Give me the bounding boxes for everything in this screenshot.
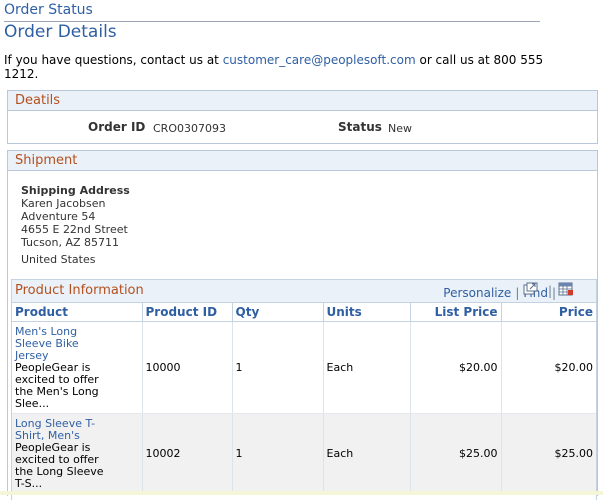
toolbar-separator: | <box>551 286 556 300</box>
order-id-label: Order ID <box>88 120 146 134</box>
col-header-list-price[interactable]: List Price <box>410 303 502 322</box>
product-name-link[interactable]: Men's Long Sleeve Bike Jersey <box>15 324 139 362</box>
personalize-link[interactable]: Personalize <box>443 286 511 300</box>
toolbar-separator: | <box>515 286 520 300</box>
product-grid: Product Information Personalize | Find | | <box>11 279 597 500</box>
col-header-product-id[interactable]: Product ID <box>142 303 233 322</box>
address-line: 4655 E 22nd Street <box>21 223 128 236</box>
product-name-line: Jersey <box>15 348 49 362</box>
contact-text: If you have questions, contact us at cus… <box>4 53 544 81</box>
toolbar-separator: | <box>547 284 552 298</box>
contact-prefix: If you have questions, contact us at <box>4 53 223 67</box>
product-description-line: Slee... <box>15 396 50 410</box>
price-cell: $25.00 <box>501 413 596 494</box>
status-label: Status <box>338 120 382 134</box>
product-grid-title: Product Information <box>15 283 144 298</box>
details-section: Deatils Order ID CRO0307093 Status New <box>7 90 598 144</box>
product-name-line: Shirt, Men's <box>15 428 80 442</box>
table-row: Men's Long Sleeve Bike Jersey PeopleGear… <box>12 321 596 414</box>
page-title: Order Details <box>4 22 117 42</box>
product-table: Product Product ID Qty Units List Price … <box>12 303 596 494</box>
shipment-section: Shipment Shipping Address Karen Jacobsen… <box>7 150 598 500</box>
product-name-line: Long Sleeve T- <box>15 416 96 430</box>
email-link[interactable]: customer_care@peoplesoft.com <box>223 53 416 67</box>
contact-phone-tail: 1212. <box>4 67 39 81</box>
price-cell: $20.00 <box>501 321 596 414</box>
table-header-row: Product Product ID Qty Units List Price … <box>12 303 596 322</box>
next-row-edge <box>0 491 603 495</box>
address-line: Adventure 54 <box>21 210 96 223</box>
product-name-line: Sleeve Bike <box>15 336 79 350</box>
shipping-address: Shipping Address Karen Jacobsen Adventur… <box>21 184 130 266</box>
list-price-cell: $20.00 <box>410 321 502 414</box>
shipment-header-label: Shipment <box>15 153 78 168</box>
product-description-line: the Long Sleeve <box>15 464 104 478</box>
product-cell: Long Sleeve T- Shirt, Men's PeopleGear i… <box>12 413 143 494</box>
product-grid-header: Product Information Personalize | Find | | <box>12 280 596 303</box>
qty-cell: 1 <box>232 413 324 494</box>
order-id-value: CRO0307093 <box>153 122 226 135</box>
list-price-cell: $25.00 <box>410 413 502 494</box>
view-all-icon[interactable] <box>522 282 538 296</box>
grid-toolbar: Personalize | Find | <box>443 286 560 300</box>
col-header-price[interactable]: Price <box>501 303 596 322</box>
product-id-cell: 10002 <box>142 413 233 494</box>
status-value: New <box>388 122 412 135</box>
col-header-qty[interactable]: Qty <box>232 303 324 322</box>
shipment-header: Shipment <box>8 151 597 171</box>
address-country: United States <box>21 253 96 266</box>
details-header-label: Deatils <box>15 93 61 108</box>
table-row: Long Sleeve T- Shirt, Men's PeopleGear i… <box>12 413 596 494</box>
product-description-line: T-S... <box>15 476 43 490</box>
product-description-line: PeopleGear is <box>15 360 91 374</box>
product-description-line: the Men's Long <box>15 384 99 398</box>
units-cell: Each <box>323 413 411 494</box>
details-header: Deatils <box>8 91 597 111</box>
col-header-product[interactable]: Product <box>12 303 143 322</box>
qty-cell: 1 <box>232 321 324 414</box>
product-cell: Men's Long Sleeve Bike Jersey PeopleGear… <box>12 321 143 414</box>
product-id-cell: 10000 <box>142 321 233 414</box>
contact-suffix: or call us at 800 555 <box>415 53 544 67</box>
product-description-line: excited to offer <box>15 452 99 466</box>
breadcrumb[interactable]: Order Status <box>4 2 93 18</box>
download-grid-icon[interactable] <box>558 282 574 296</box>
units-cell: Each <box>323 321 411 414</box>
shipping-address-label: Shipping Address <box>21 184 130 197</box>
address-line: Tucson, AZ 85711 <box>21 236 120 249</box>
col-header-units[interactable]: Units <box>323 303 411 322</box>
product-description-line: excited to offer <box>15 372 99 386</box>
address-line: Karen Jacobsen <box>21 197 106 210</box>
product-description-line: PeopleGear is <box>15 440 91 454</box>
product-name-line: Men's Long <box>15 324 78 338</box>
product-name-link[interactable]: Long Sleeve T- Shirt, Men's <box>15 416 139 442</box>
